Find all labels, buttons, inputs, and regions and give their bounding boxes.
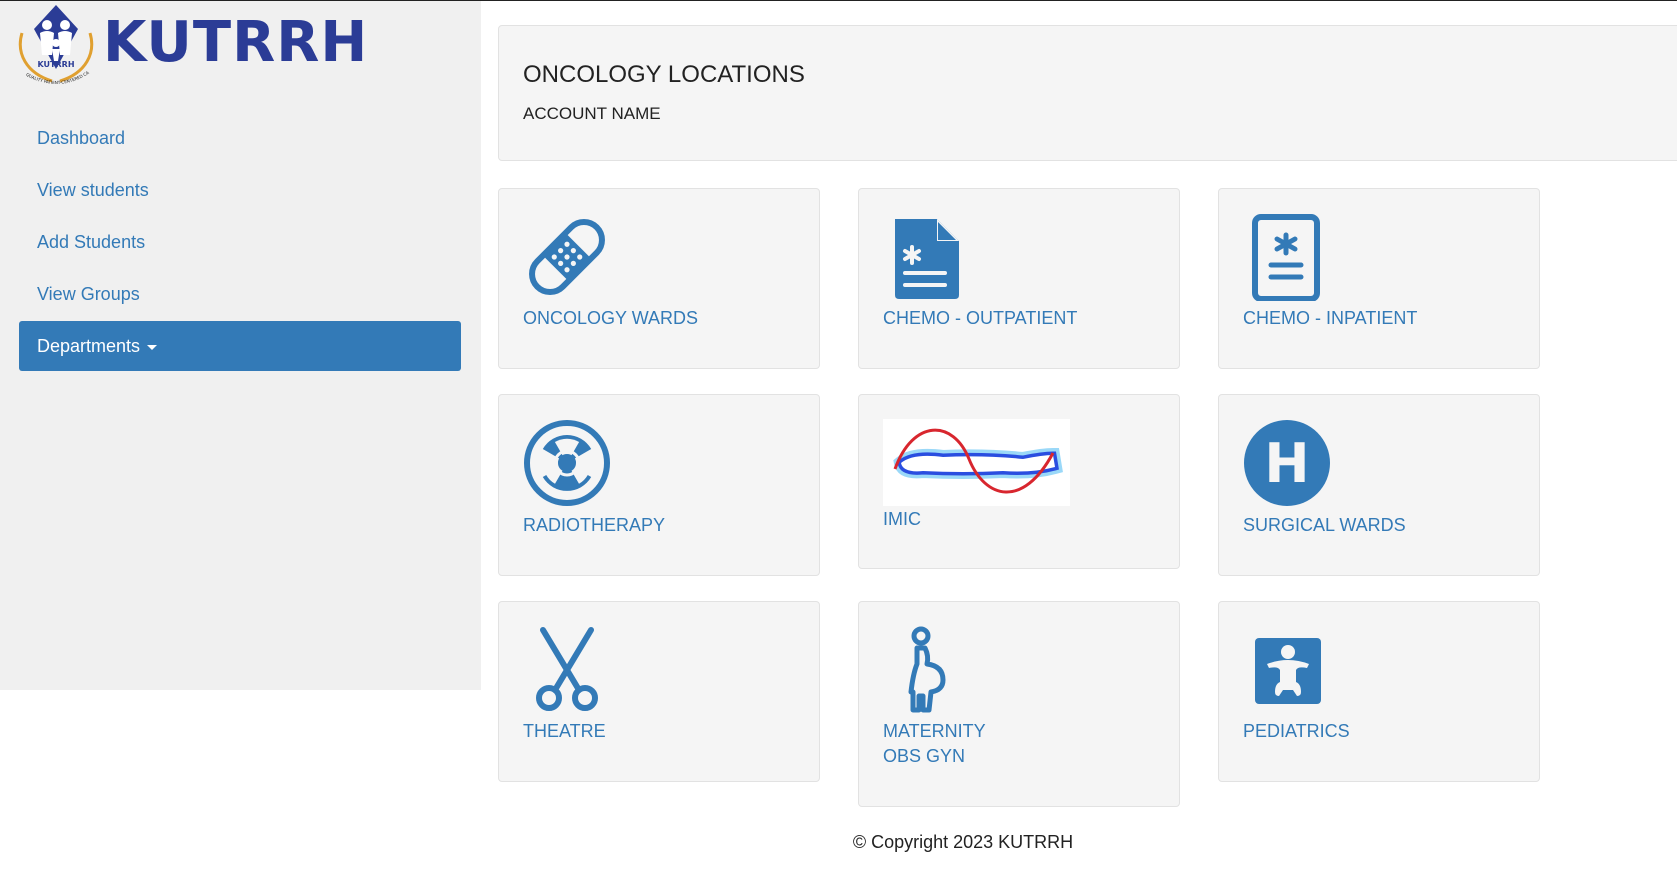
tile-label: MATERNITY OBS GYN bbox=[883, 719, 986, 769]
tile-theatre[interactable]: THEATRE bbox=[498, 601, 820, 782]
tile-maternity-obs-gyn[interactable]: MATERNITY OBS GYN bbox=[858, 601, 1180, 807]
tile-label: ONCOLOGY WARDS bbox=[523, 308, 699, 328]
tile-chemo-outpatient[interactable]: CHEMO - OUTPATIENT bbox=[858, 188, 1180, 369]
account-name: ACCOUNT NAME bbox=[523, 104, 661, 123]
svg-text:H: H bbox=[1264, 432, 1309, 495]
tile-label: PEDIATRICS bbox=[1243, 721, 1350, 741]
page-header-panel: ONCOLOGY LOCATIONS ACCOUNT NAME bbox=[498, 25, 1677, 161]
tile-label: RADIOTHERAPY bbox=[523, 515, 666, 535]
page-title: ONCOLOGY LOCATIONS bbox=[523, 61, 805, 88]
medical-clipboard-icon bbox=[1252, 214, 1320, 301]
sidebar-item-view-students[interactable]: View students bbox=[19, 165, 461, 215]
tile-label: CHEMO - INPATIENT bbox=[1243, 308, 1418, 328]
sidebar-item-label: Departments bbox=[37, 336, 141, 356]
logo[interactable]: KUTRRH QUALITY PATIENT-CENTERED CARE KUT… bbox=[16, 3, 367, 93]
sidebar-nav: Dashboard View students Add Students Vie… bbox=[19, 113, 461, 373]
baby-icon bbox=[1255, 638, 1321, 704]
footer-copyright: © Copyright 2023 KUTRRH bbox=[852, 832, 1074, 852]
tile-surgical-wards[interactable]: H SURGICAL WARDS bbox=[1218, 394, 1540, 576]
tile-label: THEATRE bbox=[523, 721, 606, 741]
tile-imic[interactable]: IMIC bbox=[858, 394, 1180, 569]
scissors-icon bbox=[536, 627, 598, 711]
tile-label-line2: OBS GYN bbox=[883, 746, 966, 766]
tile-pediatrics[interactable]: PEDIATRICS bbox=[1218, 601, 1540, 782]
tile-chemo-inpatient[interactable]: CHEMO - INPATIENT bbox=[1218, 188, 1540, 369]
tile-oncology-wards[interactable]: ONCOLOGY WARDS bbox=[498, 188, 820, 369]
kutrrh-emblem-logo: KUTRRH QUALITY PATIENT-CENTERED CARE bbox=[16, 3, 94, 85]
caret-down-icon bbox=[147, 344, 158, 350]
tile-label-line1: MATERNITY bbox=[883, 721, 986, 741]
tile-radiotherapy[interactable]: RADIOTHERAPY bbox=[498, 394, 820, 576]
sidebar-item-dashboard[interactable]: Dashboard bbox=[19, 113, 461, 163]
tile-label: SURGICAL WARDS bbox=[1243, 515, 1406, 535]
radiation-icon bbox=[524, 420, 610, 506]
brand-name: KUTRRH bbox=[103, 10, 369, 75]
tile-label: CHEMO - OUTPATIENT bbox=[883, 308, 1078, 328]
sidebar-item-add-students[interactable]: Add Students bbox=[19, 217, 461, 267]
sidebar-item-view-groups[interactable]: View Groups bbox=[19, 269, 461, 319]
pregnant-woman-icon bbox=[908, 626, 946, 713]
bandage-icon bbox=[529, 219, 605, 295]
sidebar: KUTRRH QUALITY PATIENT-CENTERED CARE KUT… bbox=[0, 1, 481, 690]
medical-file-icon bbox=[895, 219, 959, 299]
sidebar-item-departments[interactable]: Departments bbox=[19, 321, 461, 371]
tile-label: IMIC bbox=[883, 509, 921, 529]
body-scan-image bbox=[883, 419, 1070, 506]
hospital-h-icon: H bbox=[1244, 420, 1330, 506]
emblem-text: KUTRRH bbox=[37, 60, 74, 69]
